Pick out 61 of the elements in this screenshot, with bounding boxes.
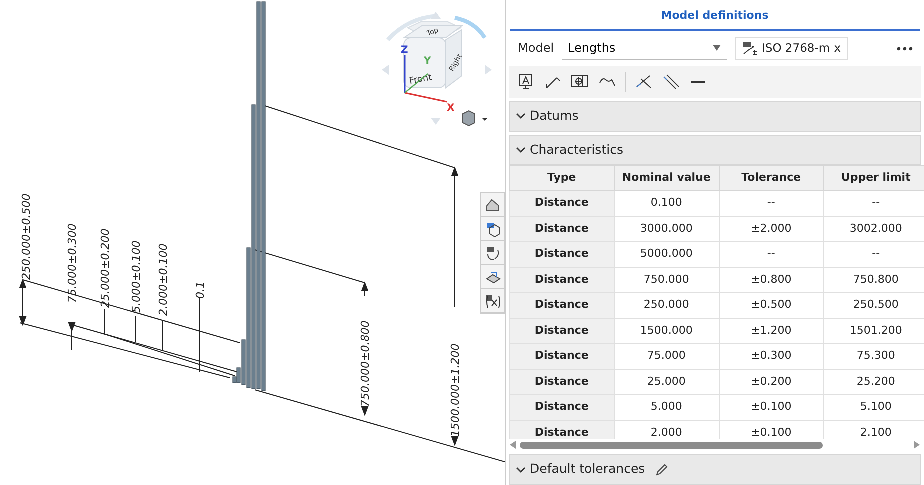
table-cell: ±0.200	[719, 369, 824, 395]
table-cell: Distance	[510, 242, 614, 268]
dimension-label: 25.000±0.200	[99, 228, 112, 308]
table-cell: Distance	[510, 420, 614, 440]
table-cell: Distance	[510, 394, 614, 420]
clear-button[interactable]: x	[834, 40, 842, 57]
standard-field[interactable]: ISO 2768-m x	[735, 36, 848, 60]
section-header[interactable]: Default tolerances	[509, 454, 921, 485]
dimension-label: 0.1	[194, 282, 207, 299]
render-mode-icon[interactable]	[462, 110, 488, 127]
table-cell: ±0.800	[719, 267, 824, 293]
table-cell: 5000.000	[614, 242, 719, 268]
scroll-right-icon	[914, 441, 920, 450]
table-cell: ±0.100	[719, 394, 824, 420]
table-cell: Distance	[510, 344, 614, 370]
text-frame-icon[interactable]	[517, 72, 535, 91]
scroll-left-icon	[510, 441, 516, 450]
table-cell: ±1.200	[719, 318, 824, 344]
table-cell: --	[719, 190, 824, 216]
dimension-label: 5.000±0.100	[130, 240, 143, 313]
section-header[interactable]: Datums	[509, 100, 921, 132]
dimension-label: 2.000±0.100	[157, 244, 170, 316]
column-header: Upper limit	[824, 166, 924, 191]
table-cell: 3000.000	[614, 216, 719, 242]
dimension-label: 750.000±0.800	[359, 320, 372, 407]
column-header: Type	[510, 166, 614, 191]
table-cell: Distance	[510, 369, 614, 395]
table-cell: Distance	[510, 318, 614, 344]
table-cell: ±0.300	[719, 344, 824, 370]
table-cell: 75.000	[614, 344, 719, 370]
table-cell: Distance	[510, 190, 614, 216]
table-cell: 0.100	[614, 190, 719, 216]
dimension-label: 250.000±0.500	[20, 194, 33, 280]
table-cell: 5.000	[614, 394, 719, 420]
column-header: Nominal value	[614, 166, 719, 191]
caret-icon	[713, 45, 722, 52]
table-cell: 750.000	[614, 267, 719, 293]
table-cell: Distance	[510, 267, 614, 293]
parallel-lines-icon[interactable]	[662, 72, 680, 91]
table-cell: Distance	[510, 216, 614, 242]
more-icon	[897, 46, 913, 51]
dimension-label: 1500.000±1.200	[449, 344, 462, 437]
table-cell: Distance	[510, 292, 614, 318]
pencil-icon	[655, 462, 670, 477]
table-cell: 1500.000	[614, 318, 719, 344]
model-label: Model	[518, 40, 554, 58]
chevron-icon	[516, 113, 526, 120]
dimension-label: 75.000±0.300	[66, 224, 79, 303]
table-cell: 250.000	[614, 292, 719, 318]
angle-icon[interactable]	[635, 72, 653, 91]
column-header: Tolerance	[719, 166, 824, 191]
tolerance-table-icon	[742, 40, 758, 56]
table-cell: ±2.000	[719, 216, 824, 242]
scrollbar-thumb[interactable]	[520, 442, 823, 449]
table-cell: 25.000	[614, 369, 719, 395]
table-cell: --	[719, 242, 824, 268]
table-cell: ±0.500	[719, 292, 824, 318]
section-header[interactable]: Characteristics	[509, 134, 921, 166]
panel-title: Model definitions	[510, 0, 920, 30]
chevron-icon	[516, 146, 526, 153]
chevron-icon	[516, 466, 526, 473]
